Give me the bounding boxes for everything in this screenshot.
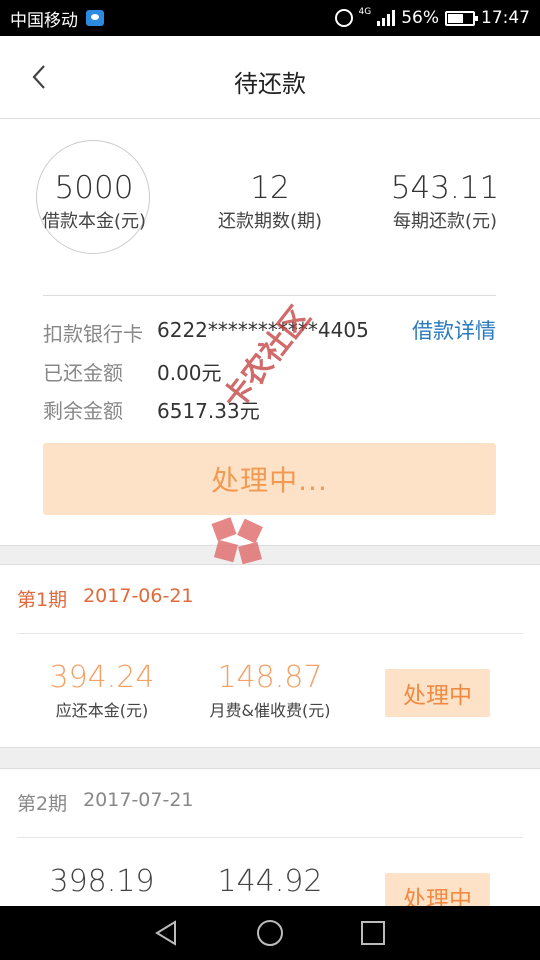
nav-back-button[interactable] bbox=[147, 913, 187, 953]
processing-status-button[interactable]: 处理中... bbox=[43, 443, 496, 515]
repaid-row: 已还金额 0.00元 bbox=[43, 357, 222, 386]
remaining-row: 剩余金额 6517.33元 bbox=[43, 395, 260, 424]
periods-value: 12 bbox=[250, 170, 290, 206]
remaining-value: 6517.33元 bbox=[157, 399, 260, 423]
status-badge[interactable]: 处理中 bbox=[385, 669, 490, 717]
network-type: 4G bbox=[358, 7, 372, 17]
fee-due: 148.87 月费&催收费(元) bbox=[190, 661, 350, 721]
per-period-stat: 543.11 每期还款(元) bbox=[370, 169, 520, 233]
per-period-label: 每期还款(元) bbox=[392, 211, 498, 232]
loan-details-link[interactable]: 借款详情 bbox=[412, 315, 496, 345]
app-header: 待还款 bbox=[0, 36, 540, 119]
principal-label: 借款本金(元) bbox=[41, 211, 147, 232]
message-notification-icon bbox=[86, 10, 104, 26]
period-date: 2017-06-21 bbox=[83, 585, 194, 607]
principal-due-value: 394.24 bbox=[49, 660, 155, 695]
divider bbox=[17, 633, 523, 634]
bank-card-value: 6222***********4405 bbox=[157, 318, 369, 342]
periods-label: 还款期数(期) bbox=[217, 211, 323, 232]
bank-card-label: 扣款银行卡 bbox=[43, 322, 143, 346]
period-header: 第2期 2017-07-21 bbox=[17, 789, 194, 816]
per-period-value: 543.11 bbox=[390, 170, 500, 206]
periods-stat: 12 还款期数(期) bbox=[195, 169, 345, 233]
circle-home-icon bbox=[256, 920, 283, 946]
triangle-back-icon bbox=[154, 920, 176, 946]
battery-percent: 56% bbox=[401, 8, 439, 28]
system-navigation-bar bbox=[0, 906, 540, 960]
page-title: 待还款 bbox=[234, 70, 306, 98]
period-header: 第1期 2017-06-21 bbox=[17, 585, 194, 612]
repaid-value: 0.00元 bbox=[157, 361, 222, 385]
period-number: 第1期 bbox=[17, 589, 68, 611]
signal-icon bbox=[377, 10, 396, 26]
alarm-icon bbox=[334, 9, 353, 27]
remaining-label: 剩余金额 bbox=[43, 399, 123, 423]
carrier-name: 中国移动 bbox=[10, 10, 78, 31]
status-bar: 中国移动 4G 56% 17:47 bbox=[0, 0, 540, 36]
battery-icon bbox=[445, 10, 478, 26]
clock: 17:47 bbox=[481, 8, 530, 28]
bank-card-row: 扣款银行卡 6222***********4405 bbox=[43, 318, 369, 347]
principal-due: 394.24 应还本金(元) bbox=[22, 661, 182, 721]
period-date: 2017-07-21 bbox=[83, 789, 194, 811]
fee-due-value: 148.87 bbox=[217, 660, 323, 695]
divider bbox=[17, 837, 523, 838]
period-card: 第1期 2017-06-21 394.24 应还本金(元) 148.87 月费&… bbox=[0, 564, 540, 748]
fee-due-value: 144.92 bbox=[217, 864, 323, 899]
square-recents-icon bbox=[361, 921, 386, 945]
principal-value: 5000 bbox=[54, 170, 134, 206]
principal-due-value: 398.19 bbox=[49, 864, 155, 899]
divider bbox=[43, 295, 496, 296]
period-number: 第2期 bbox=[17, 793, 68, 815]
repaid-label: 已还金额 bbox=[43, 361, 123, 385]
fee-due-label: 月费&催收费(元) bbox=[209, 701, 331, 720]
principal-stat: 5000 借款本金(元) bbox=[19, 169, 169, 233]
nav-recents-button[interactable] bbox=[353, 913, 393, 953]
principal-due-label: 应还本金(元) bbox=[55, 701, 149, 720]
nav-home-button[interactable] bbox=[250, 913, 290, 953]
loan-summary: 5000 借款本金(元) 12 还款期数(期) 543.11 每期还款(元) 扣… bbox=[0, 119, 540, 546]
